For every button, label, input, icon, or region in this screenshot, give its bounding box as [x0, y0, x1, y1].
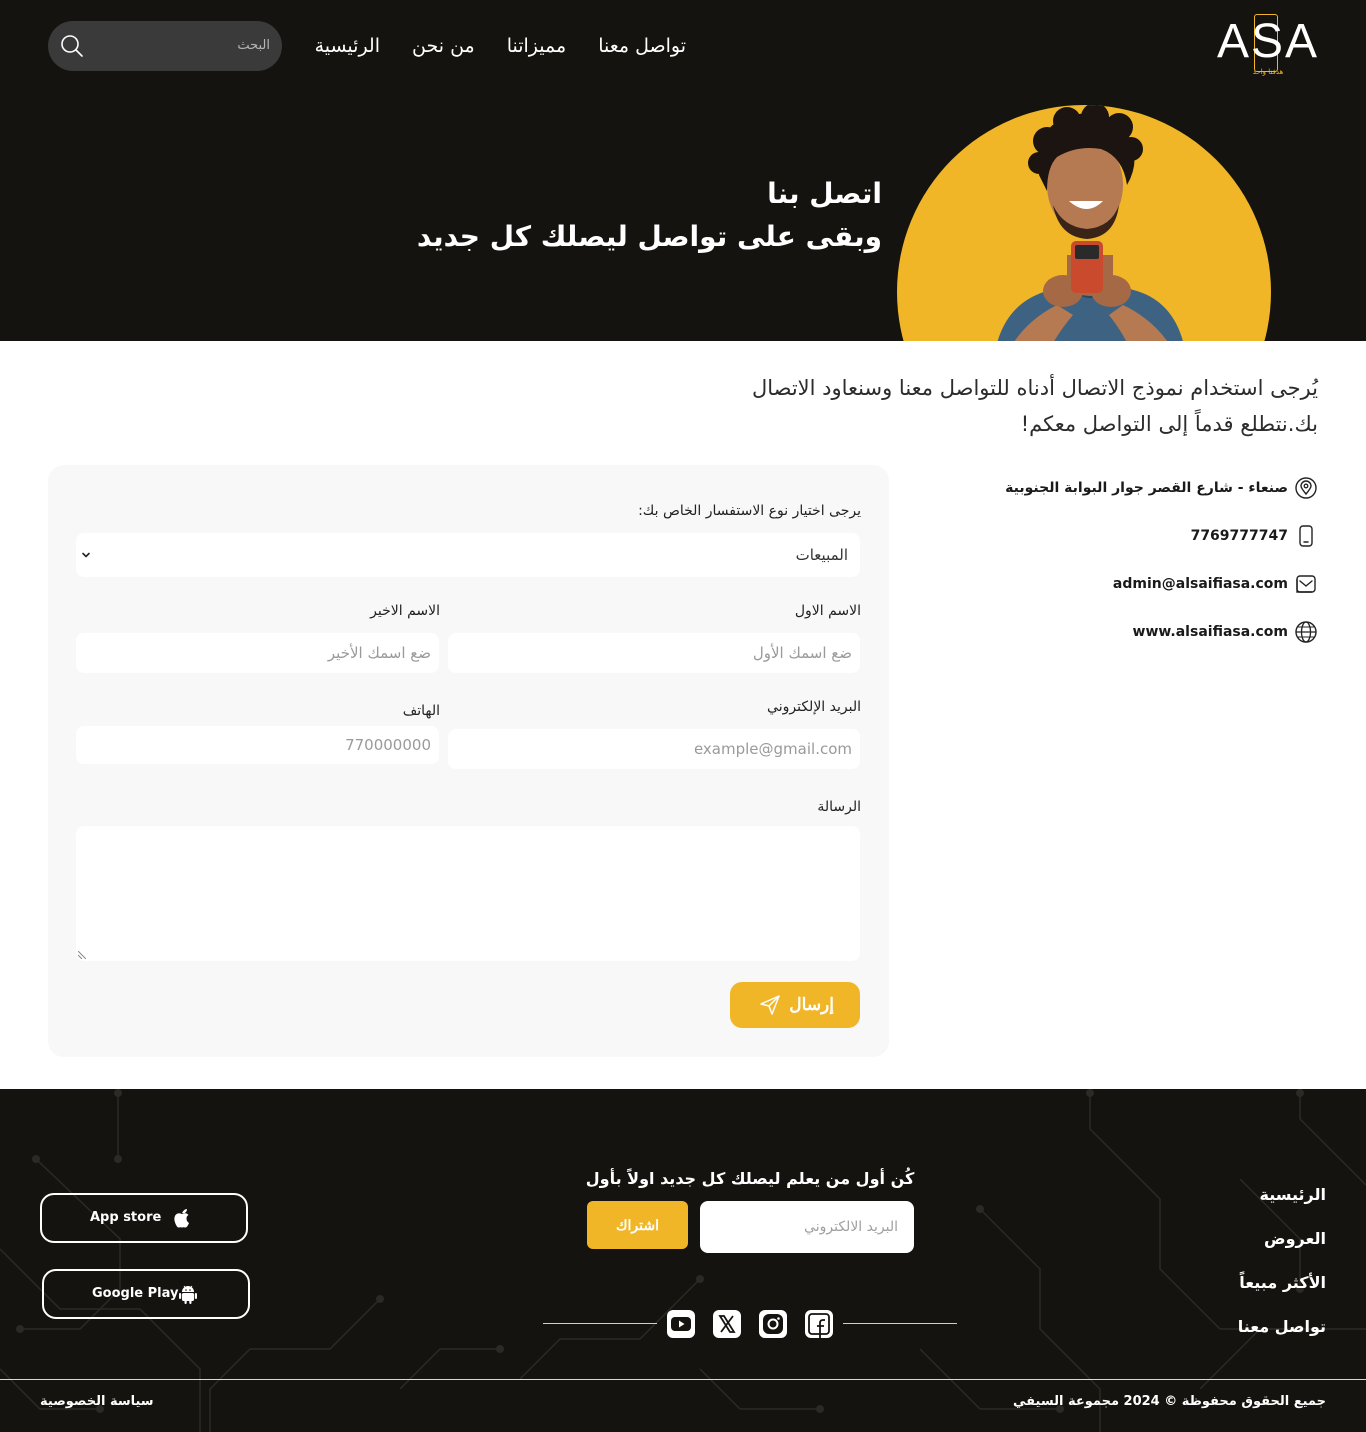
- person-with-phone-illustration: [997, 105, 1183, 341]
- circuit-pattern-decoration: [0, 1089, 1366, 1432]
- social-divider-right: [843, 1323, 957, 1324]
- hero-image: [897, 105, 1271, 341]
- email-field[interactable]: example@gmail.com: [448, 729, 860, 769]
- footer-nav: الرئيسية العروض الأكثر مبيعاً تواصل معنا: [1238, 1184, 1326, 1360]
- site-logo[interactable]: ASA هدفنا واحد: [1216, 14, 1320, 82]
- contact-info: صنعاء - شارع القصر جوار البوابة الجنوبية…: [958, 476, 1318, 668]
- contact-form: يرجى اختيار نوع الاستفسار الخاص بك: المب…: [48, 465, 889, 1057]
- resize-handle-icon[interactable]: [78, 951, 86, 959]
- copyright-text: جميع الحقوق محفوظة: [1181, 1394, 1326, 1409]
- google-play-label: Google Play: [92, 1286, 179, 1301]
- send-button[interactable]: إرسال: [730, 982, 860, 1028]
- phone-placeholder: 770000000: [345, 736, 431, 754]
- search-icon[interactable]: [60, 34, 84, 58]
- facebook-link[interactable]: [805, 1310, 833, 1338]
- website-row: www.alsaifiasa.com: [958, 620, 1318, 644]
- copyright-symbol: ©: [1164, 1394, 1178, 1409]
- mobile-phone-icon: [1299, 525, 1313, 547]
- inquiry-type-select[interactable]: المبيعات: [76, 533, 860, 577]
- send-button-label: إرسال: [789, 995, 834, 1014]
- instagram-icon: [763, 1314, 783, 1334]
- newsletter-email-input[interactable]: البريد الالكتروني: [700, 1201, 914, 1253]
- phone-label: الهاتف: [402, 703, 440, 719]
- inquiry-type-label: يرجى اختيار نوع الاستفسار الخاص بك:: [638, 503, 861, 519]
- footer-divider: [0, 1379, 1366, 1380]
- location-pin-icon: [1295, 477, 1317, 499]
- email-label: البريد الإلكتروني: [767, 699, 861, 715]
- hero-section: ASA هدفنا واحد الرئيسية من نحن مميزاتنا …: [0, 0, 1366, 341]
- phone-text[interactable]: 7769777747: [1191, 528, 1288, 544]
- phone-field[interactable]: 770000000: [76, 726, 439, 764]
- app-store-button[interactable]: App store: [40, 1193, 248, 1243]
- android-icon: [179, 1285, 197, 1304]
- nav-item-home[interactable]: الرئيسية: [315, 30, 380, 62]
- footer-nav-home[interactable]: الرئيسية: [1238, 1184, 1327, 1206]
- main-nav: الرئيسية من نحن مميزاتنا تواصل معنا: [315, 30, 686, 62]
- footer-nav-offers[interactable]: العروض: [1238, 1228, 1326, 1250]
- logo-tagline: هدفنا واحد: [1252, 68, 1284, 76]
- x-link[interactable]: [713, 1310, 741, 1338]
- youtube-icon: [671, 1317, 691, 1331]
- subscribe-button-label: اشتراك: [616, 1217, 659, 1233]
- hero-title-line1: اتصل بنا: [767, 177, 882, 210]
- email-text[interactable]: admin@alsaifiasa.com: [1113, 576, 1288, 592]
- google-play-button[interactable]: Google Play: [42, 1269, 250, 1319]
- last-name-label: الاسم الاخير: [370, 603, 440, 619]
- last-name-placeholder: ضع اسمك الأخير: [327, 644, 431, 662]
- inquiry-type-value: المبيعات: [795, 546, 848, 564]
- copyright-owner: مجموعة السيفي: [1013, 1394, 1119, 1409]
- youtube-link[interactable]: [667, 1310, 695, 1338]
- first-name-label: الاسم الاول: [794, 603, 861, 619]
- x-icon: [718, 1315, 736, 1333]
- email-placeholder: example@gmail.com: [693, 740, 852, 758]
- app-store-label: App store: [90, 1210, 162, 1225]
- nav-item-contact[interactable]: تواصل معنا: [598, 30, 686, 62]
- social-divider-left: [543, 1323, 657, 1324]
- website-text[interactable]: www.alsaifiasa.com: [1133, 624, 1288, 640]
- address-text: صنعاء - شارع القصر جوار البوابة الجنوبية: [1005, 480, 1288, 496]
- hero-title: اتصل بنا وبقى على تواصل ليصلك كل جديد: [417, 172, 882, 258]
- site-footer: الرئيسية العروض الأكثر مبيعاً تواصل معنا…: [0, 1089, 1366, 1432]
- subscribe-button[interactable]: اشتراك: [587, 1201, 688, 1249]
- email-row: admin@alsaifiasa.com: [958, 572, 1318, 596]
- search-placeholder: البحث: [237, 38, 270, 53]
- apple-icon: [174, 1209, 189, 1228]
- privacy-policy-link[interactable]: سياسة الخصوصية: [40, 1394, 154, 1409]
- copyright-year: 2024: [1123, 1394, 1160, 1409]
- nav-item-features[interactable]: مميزاتنا: [507, 30, 566, 62]
- footer-nav-contact[interactable]: تواصل معنا: [1238, 1316, 1326, 1338]
- hero-title-line2: وبقى على تواصل ليصلك كل جديد: [416, 220, 882, 253]
- first-name-field[interactable]: ضع اسمك الأول: [448, 633, 860, 673]
- nav-item-about[interactable]: من نحن: [412, 30, 475, 62]
- newsletter-title: كُن أول من يعلم ليصلك كل جديد اولاً بأول: [585, 1169, 915, 1188]
- first-name-placeholder: ضع اسمك الأول: [752, 644, 852, 662]
- address-row: صنعاء - شارع القصر جوار البوابة الجنوبية: [958, 476, 1318, 500]
- search-input[interactable]: البحث: [48, 21, 282, 71]
- paper-plane-icon: [760, 995, 780, 1015]
- last-name-field[interactable]: ضع اسمك الأخير: [76, 633, 439, 673]
- instagram-link[interactable]: [759, 1310, 787, 1338]
- newsletter-placeholder: البريد الالكتروني: [804, 1219, 898, 1235]
- copyright: جميع الحقوق محفوظة © 2024 مجموعة السيفي: [1013, 1394, 1326, 1409]
- phone-row: 7769777747: [958, 524, 1318, 548]
- message-label: الرسالة: [817, 799, 861, 815]
- intro-text: يُرجى استخدام نموذج الاتصال أدناه للتواص…: [751, 376, 1318, 436]
- message-textarea[interactable]: [76, 826, 860, 961]
- chevron-down-icon: [82, 552, 90, 558]
- mail-icon: [1296, 575, 1316, 593]
- facebook-icon: [808, 1313, 830, 1338]
- logo-text: ASA: [1216, 15, 1320, 68]
- globe-icon: [1295, 621, 1317, 643]
- footer-nav-bestsellers[interactable]: الأكثر مبيعاً: [1238, 1272, 1326, 1294]
